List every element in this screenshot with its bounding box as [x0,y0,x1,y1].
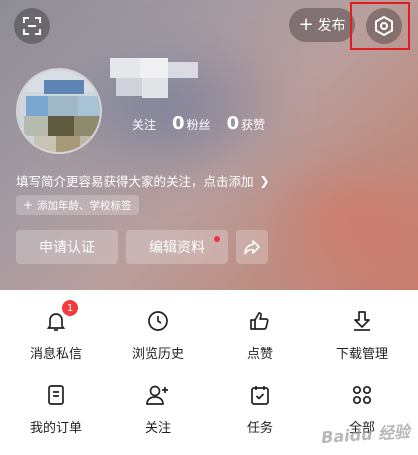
stat-following[interactable]: 关注 [130,116,156,133]
plus-icon: + [23,198,34,212]
apply-certification-button[interactable]: 申请认证 [16,230,118,264]
menu-item-all[interactable]: 全部 [310,364,414,436]
menu-item-label: 关注 [144,421,171,436]
menu-item-label: 下载管理 [335,347,388,362]
add-tags-label: 添加年龄、学校标签 [37,199,132,212]
bio-prompt-text: 填写简介更容易获得大家的关注，点击添加 [16,174,254,189]
stat-fans[interactable]: 0 粉丝 [172,113,211,134]
menu-item-label: 点赞 [246,347,273,362]
menu-item-tasks[interactable]: 任务 [208,364,312,436]
stat-likes-label: 获赞 [241,118,266,132]
plus-icon: + [298,14,314,35]
gear-icon [375,15,393,37]
download-icon [354,310,370,331]
add-tags-chip[interactable]: + 添加年龄、学校标签 [16,195,139,215]
username-redacted [110,58,198,102]
follow-user-icon [146,385,168,405]
menu-item-label: 任务 [246,421,273,436]
menu-item-likes[interactable]: 点赞 [208,290,312,362]
menu-item-label: 浏览历史 [131,347,184,362]
clock-icon [148,310,168,331]
menu-item-orders[interactable]: 我的订单 [4,364,108,436]
menu-item-downloads[interactable]: 下载管理 [310,290,414,362]
publish-button[interactable]: + 发布 [289,8,355,42]
menu-item-messages[interactable]: 1 消息私信 [4,290,108,362]
stat-likes-value: 0 [226,113,240,134]
menu-panel: 1 消息私信 浏览历史 点赞 下载管理 我的订单 关注 任务 全部 Baidu … [0,290,418,455]
order-list-icon [48,384,64,405]
publish-label: 发布 [317,18,346,34]
chevron-right-icon: ❯ [259,173,270,188]
menu-item-history[interactable]: 浏览历史 [106,290,210,362]
apply-certification-label: 申请认证 [39,240,95,256]
stat-likes[interactable]: 0 获赞 [227,113,266,134]
profile-stats: 关注 0 粉丝 0 获赞 [130,113,281,134]
settings-button[interactable] [366,8,402,44]
menu-item-follow[interactable]: 关注 [106,364,210,436]
edit-profile-label: 编辑资料 [149,240,205,256]
menu-item-label: 我的订单 [29,421,82,436]
scan-button[interactable] [14,8,50,44]
bio-prompt[interactable]: 填写简介更容易获得大家的关注，点击添加 ❯ [16,171,270,190]
menu-item-label: 全部 [348,421,375,436]
profile-header-background: + 发布 关注 0 粉丝 0 获赞 填写简介更容易获得大家的关注，点击添加 ❯ … [0,0,418,290]
notification-dot [214,236,220,242]
share-button[interactable] [236,230,268,264]
grid-circles-icon [352,385,372,404]
calendar-check-icon [251,385,269,405]
unread-badge: 1 [62,300,78,316]
stat-fans-value: 0 [172,113,185,134]
share-icon [244,240,260,255]
menu-item-label: 消息私信 [29,347,82,362]
scan-icon [23,17,41,35]
stat-fans-label: 粉丝 [186,118,211,132]
thumbs-up-icon [250,311,269,330]
stat-following-label: 关注 [132,118,157,132]
edit-profile-button[interactable]: 编辑资料 [126,230,228,264]
avatar[interactable] [16,68,102,154]
profile-page: + 发布 关注 0 粉丝 0 获赞 填写简介更容易获得大家的关注，点击添加 ❯ … [0,0,418,455]
